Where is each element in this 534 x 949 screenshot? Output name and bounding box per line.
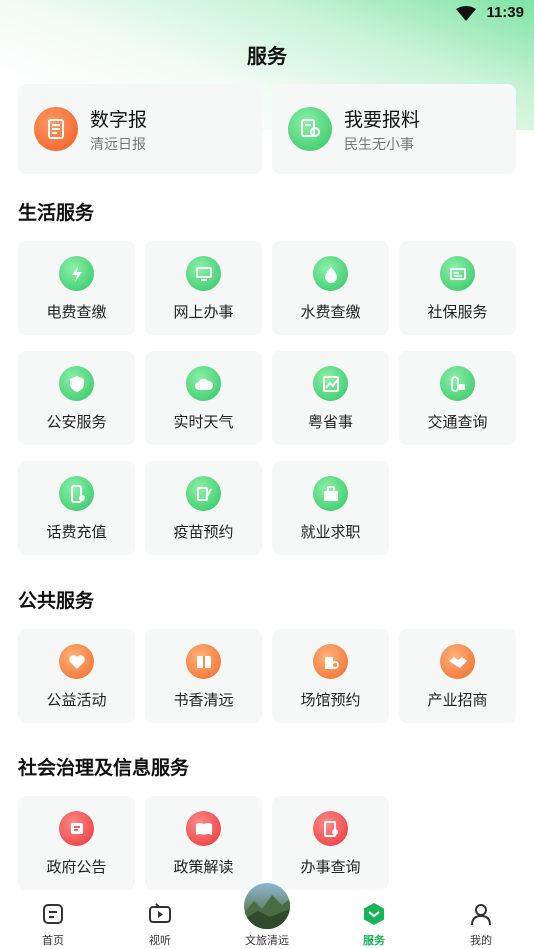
tv-play-icon [149,903,171,923]
tile-label: 网上办事 [173,303,234,321]
electricity-icon [59,256,94,291]
page-title: 服务 [247,44,287,68]
document-search-icon [313,811,348,846]
status-time: 11:39 [486,4,524,21]
tile-label: 公益活动 [46,691,107,709]
public-services-grid: 公益活动 书香清远 场馆预约 产业招商 [18,629,516,723]
service-traffic[interactable]: 交通查询 [399,351,516,445]
service-reading[interactable]: 书香清远 [145,629,262,723]
service-phone-bill[interactable]: 话费充值 [18,461,135,555]
tab-label: 视听 [149,934,171,947]
tab-home[interactable]: 首页 [13,892,93,949]
police-badge-icon [59,366,94,401]
featured-card-report[interactable]: 我要报料 民生无小事 [272,84,516,174]
tab-label: 文旅清远 [245,934,289,947]
featured-card-digital-paper[interactable]: 数字报 清远日报 [18,84,262,174]
status-bar: 11:39 [0,0,534,28]
service-policy-interpretation[interactable]: 政策解读 [145,796,262,890]
service-venue-booking[interactable]: 场馆预约 [272,629,389,723]
service-vaccine[interactable]: 疫苗预约 [145,461,262,555]
tab-video[interactable]: 视听 [120,892,200,949]
tab-label: 我的 [470,934,492,947]
service-weather[interactable]: 实时天气 [145,351,262,445]
tab-service[interactable]: 服务 [334,892,414,949]
vaccine-icon [186,476,221,511]
service-investment[interactable]: 产业招商 [399,629,516,723]
tab-label: 首页 [42,934,64,947]
tile-label: 实时天气 [173,413,234,431]
featured-subtitle: 清远日报 [90,137,146,153]
tab-culture-tourism[interactable]: 文旅清远 [227,883,307,949]
featured-title: 数字报 [90,109,148,131]
tile-label: 书香清远 [173,691,234,709]
traffic-icon [440,366,475,401]
water-icon [313,256,348,291]
service-electricity[interactable]: 电费查缴 [18,241,135,335]
cloud-icon [186,366,221,401]
chart-icon [313,366,348,401]
service-affairs-query[interactable]: 办事查询 [272,796,389,890]
featured-cards: 数字报 清远日报 我要报料 民生无小事 [18,84,516,174]
tile-label: 粤省事 [307,413,353,431]
service-charity[interactable]: 公益活动 [18,629,135,723]
open-book-icon [186,811,221,846]
section-title-governance: 社会治理及信息服务 [18,757,190,779]
section-title-life: 生活服务 [18,202,95,224]
service-social-security[interactable]: 社保服务 [399,241,516,335]
wifi-icon [456,6,476,21]
service-online-affairs[interactable]: 网上办事 [145,241,262,335]
tile-label: 社保服务 [427,303,488,321]
computer-icon [186,256,221,291]
announcement-icon [59,811,94,846]
governance-services-grid: 政府公告 政策解读 办事查询 [18,796,516,890]
briefcase-icon [313,476,348,511]
tile-label: 场馆预约 [300,691,361,709]
tile-label: 水费查缴 [300,303,361,321]
tile-label: 疫苗预约 [173,523,234,541]
venue-icon [313,644,348,679]
id-card-icon [440,256,475,291]
tile-label: 话费充值 [46,523,107,541]
service-yueshengshi[interactable]: 粤省事 [272,351,389,445]
tile-label: 交通查询 [427,413,488,431]
featured-title: 我要报料 [344,109,421,131]
tile-label: 就业求职 [300,523,361,541]
featured-subtitle: 民生无小事 [344,137,414,153]
tab-mine[interactable]: 我的 [441,892,521,949]
tab-label: 服务 [363,934,385,947]
newspaper-icon [34,107,78,151]
service-water[interactable]: 水费查缴 [272,241,389,335]
service-government-notice[interactable]: 政府公告 [18,796,135,890]
tile-label: 政府公告 [46,858,107,876]
book-icon [186,644,221,679]
home-icon [43,904,63,924]
phone-bill-icon [59,476,94,511]
tile-label: 电费查缴 [46,303,107,321]
service-employment[interactable]: 就业求职 [272,461,389,555]
tile-label: 办事查询 [300,858,361,876]
landscape-avatar [244,883,290,929]
tile-label: 公安服务 [46,413,107,431]
bottom-tab-bar: 首页 视听 文旅清远 服务 我的 [0,883,534,949]
handshake-icon [440,644,475,679]
service-police[interactable]: 公安服务 [18,351,135,445]
heart-icon [59,644,94,679]
section-title-public: 公共服务 [18,590,95,612]
life-services-grid: 电费查缴 网上办事 水费查缴 社保服务 公安服务 实时天气 粤省事 交通查询 话… [18,241,516,557]
tile-label: 产业招商 [427,691,488,709]
service-hexagon-icon [364,903,384,925]
tile-label: 政策解读 [173,858,234,876]
user-icon [471,904,491,926]
report-icon [288,107,332,151]
